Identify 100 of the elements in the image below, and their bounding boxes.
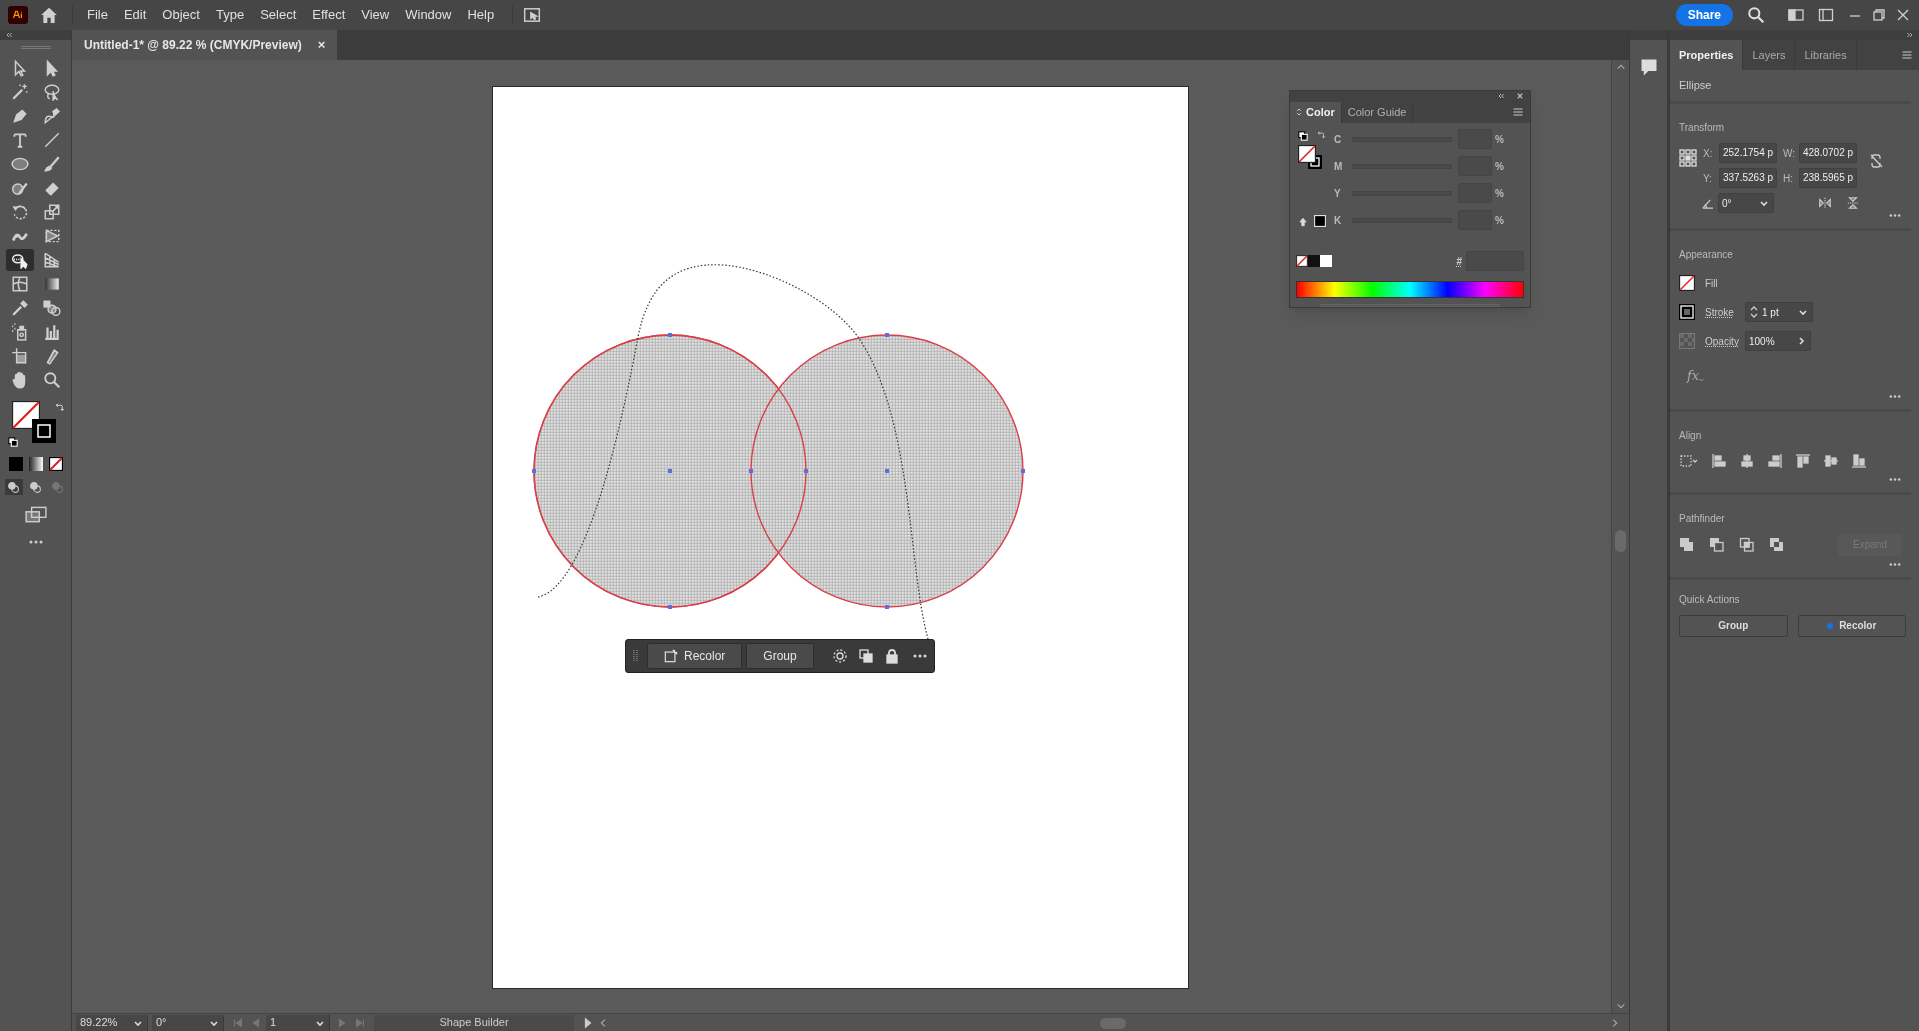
quick-action-button[interactable]: Recolor — [1797, 614, 1906, 637]
blend-icon[interactable] — [42, 299, 61, 317]
input-field[interactable]: 337.5263 p — [1719, 168, 1777, 188]
comment-icon[interactable] — [1639, 58, 1658, 76]
more-options-icon[interactable] — [1888, 393, 1902, 399]
panel-menu-icon[interactable] — [1901, 49, 1913, 61]
menu-item[interactable]: Help — [459, 5, 503, 25]
out-of-gamut-icon[interactable] — [1298, 217, 1308, 227]
flip-horizontal-icon[interactable] — [1818, 196, 1832, 210]
align-to-selection-icon[interactable] — [1679, 452, 1699, 469]
stroke-weight-field[interactable]: 1 pt — [1745, 302, 1813, 322]
exclude-icon[interactable] — [1769, 536, 1785, 553]
stroke-swatch-icon[interactable] — [1679, 304, 1695, 320]
close-icon[interactable] — [1895, 7, 1911, 23]
align-top-icon[interactable] — [1795, 452, 1811, 469]
expand-icon[interactable] — [1905, 31, 1915, 39]
menu-item[interactable]: Edit — [115, 5, 155, 25]
scale-icon[interactable] — [42, 203, 61, 221]
draw-behind-icon[interactable] — [29, 480, 42, 494]
quick-action-button[interactable]: Group — [1679, 614, 1788, 637]
stroke-label[interactable]: Stroke — [1705, 304, 1745, 320]
document-tab[interactable]: Untitled-1* @ 89.22 % (CMYK/Preview) × — [72, 30, 338, 60]
menu-item[interactable]: Type — [207, 5, 253, 25]
brush-icon[interactable] — [42, 155, 61, 173]
reference-point-icon[interactable] — [1679, 149, 1697, 167]
workspace-icon[interactable] — [1787, 7, 1805, 23]
align-middle-icon[interactable] — [1823, 452, 1839, 469]
eyedropper-icon[interactable] — [10, 299, 29, 317]
opacity-field[interactable]: 100% — [1745, 331, 1811, 351]
more-tools-icon[interactable] — [27, 539, 44, 545]
play-icon[interactable] — [582, 1016, 594, 1029]
default-colors-icon[interactable] — [7, 437, 18, 447]
search-icon[interactable] — [1747, 6, 1765, 24]
shape-builder-icon[interactable] — [10, 251, 29, 269]
grip-icon[interactable] — [632, 649, 639, 663]
input-field[interactable]: 238.5965 p — [1799, 168, 1857, 188]
collapse-icon[interactable] — [4, 31, 14, 39]
align-bottom-icon[interactable] — [1851, 452, 1867, 469]
draw-normal-icon[interactable] — [7, 480, 20, 494]
collapse-icon[interactable] — [1496, 92, 1506, 101]
menu-item[interactable]: View — [353, 5, 398, 25]
checker-icon[interactable] — [1679, 333, 1695, 349]
curved-pen-icon[interactable] — [42, 107, 61, 125]
scroll-up-icon[interactable] — [1615, 62, 1626, 72]
align-left-icon[interactable] — [1711, 452, 1727, 469]
panel-tab[interactable]: Color Guide — [1341, 101, 1414, 123]
more-options-icon[interactable] — [911, 653, 928, 659]
home-icon[interactable] — [40, 6, 58, 24]
input-field[interactable]: 252.1754 p — [1719, 143, 1777, 163]
swatch-icon[interactable] — [1308, 255, 1320, 267]
gear-dots-icon[interactable] — [831, 648, 848, 664]
flip-vertical-icon[interactable] — [1846, 196, 1860, 210]
rotate-icon[interactable] — [10, 203, 29, 221]
last-color-swatch-icon[interactable] — [1314, 215, 1326, 227]
menu-item[interactable]: Effect — [304, 5, 354, 25]
close-icon[interactable] — [1516, 92, 1524, 101]
menu-item[interactable]: Window — [397, 5, 460, 25]
lock-icon[interactable] — [883, 648, 900, 664]
stroke-swatch-icon[interactable] — [31, 419, 56, 443]
overlapping-circles-drawing[interactable] — [532, 333, 1025, 609]
rotation-dropdown[interactable]: 0° — [152, 1014, 224, 1031]
angle-dropdown[interactable]: 0° — [1718, 193, 1774, 213]
menu-item[interactable]: File — [79, 5, 116, 25]
screen-mode-icon[interactable] — [24, 505, 47, 523]
panel-tab[interactable]: Libraries — [1795, 40, 1857, 70]
menu-item[interactable]: Select — [252, 5, 305, 25]
menu-item[interactable]: Object — [154, 5, 208, 25]
current-tool-display[interactable]: Shape Builder — [374, 1014, 574, 1031]
close-tab-button[interactable]: × — [317, 35, 326, 55]
bar-chart-icon[interactable] — [42, 323, 61, 341]
arrange-documents-icon[interactable] — [523, 6, 542, 24]
fill-none-swatch-icon[interactable] — [11, 401, 40, 429]
perspective-grid-icon[interactable] — [42, 251, 61, 269]
share-button[interactable]: Share — [1675, 4, 1733, 26]
app-logo-icon[interactable] — [8, 6, 28, 24]
more-options-icon[interactable] — [1888, 476, 1902, 482]
artboard-icon[interactable] — [10, 347, 29, 365]
mesh-icon[interactable] — [10, 275, 29, 293]
link-proportions-icon[interactable] — [1869, 153, 1883, 169]
zoom-dropdown[interactable]: 89.22% — [76, 1014, 148, 1031]
wand-icon[interactable] — [10, 83, 29, 101]
fill-none-swatch-icon[interactable] — [1298, 145, 1316, 163]
align-right-icon[interactable] — [1767, 452, 1783, 469]
intersect-icon[interactable] — [1739, 536, 1755, 553]
gradient-mode-icon[interactable] — [28, 457, 43, 471]
fill-none-swatch-icon[interactable] — [1679, 275, 1695, 291]
more-options-icon[interactable] — [1888, 561, 1902, 567]
minus-front-icon[interactable] — [1709, 536, 1725, 553]
gradient-icon[interactable] — [42, 275, 61, 293]
restore-icon[interactable] — [1871, 7, 1887, 23]
panel-tab[interactable]: Layers — [1743, 40, 1796, 70]
spray-can-icon[interactable] — [10, 323, 29, 341]
duplicate-icon[interactable] — [857, 648, 874, 664]
scroll-down-icon[interactable] — [1615, 1001, 1626, 1011]
group-button[interactable]: Group — [746, 643, 814, 669]
color-spectrum[interactable] — [1296, 281, 1524, 299]
pen-icon[interactable] — [10, 107, 29, 125]
ellipse-icon[interactable] — [10, 155, 29, 173]
none-mode-icon[interactable] — [48, 457, 63, 471]
more-options-icon[interactable] — [1888, 213, 1902, 218]
